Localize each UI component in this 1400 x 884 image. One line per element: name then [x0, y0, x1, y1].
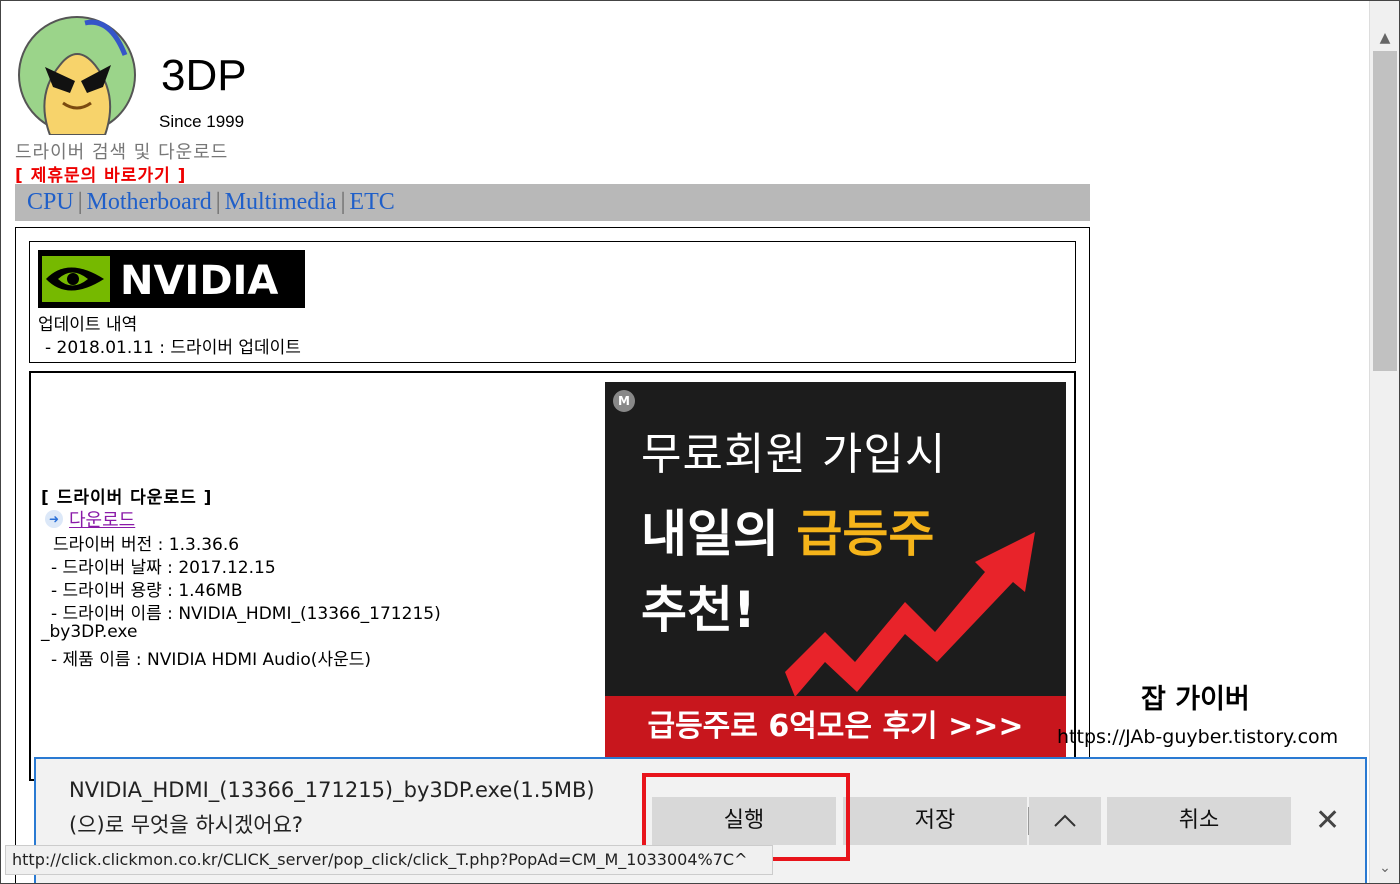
- nav-cpu[interactable]: CPU: [27, 189, 74, 215]
- ad-headline-3: 추천!: [641, 581, 756, 639]
- download-prompt: (으)로 무엇을 하시겠어요?: [69, 813, 304, 837]
- scroll-thumb[interactable]: [1373, 51, 1397, 371]
- nav-motherboard[interactable]: Motherboard: [87, 189, 212, 215]
- since-label: Since 1999: [159, 112, 245, 131]
- advertisement-banner[interactable]: M 무료회원 가입시 내일의 급등주 추천! 급등주로 6억모은 후기 >>>: [605, 382, 1066, 762]
- vertical-scrollbar[interactable]: ▲ ⌄: [1369, 1, 1399, 883]
- site-logo[interactable]: [15, 15, 139, 136]
- watermark-url: https://JAb-guyber.tistory.com: [1057, 726, 1339, 748]
- close-icon[interactable]: ✕: [1315, 805, 1340, 837]
- browser-window: 3DP Since 1999 드라이버 검색 및 다운로드 [ 제휴문의 바로가…: [0, 0, 1400, 884]
- ad-headline-1: 무료회원 가입시: [641, 429, 947, 480]
- partner-inquiry-link[interactable]: [ 제휴문의 바로가기 ]: [15, 161, 186, 186]
- category-nav: CPU | Motherboard | Multimedia | ETC: [15, 184, 1090, 221]
- cancel-button[interactable]: 취소: [1107, 797, 1291, 845]
- driver-name-cont: _by3DP.exe: [41, 622, 138, 642]
- site-name: 3DP: [161, 51, 247, 100]
- nav-separator: |: [340, 189, 346, 215]
- nav-etc[interactable]: ETC: [349, 189, 394, 215]
- watermark-title: 잡 가이버: [1141, 684, 1250, 715]
- download-link[interactable]: 다운로드: [69, 506, 135, 532]
- driver-size: - 드라이버 용량 : 1.46MB: [51, 581, 243, 601]
- save-options-button[interactable]: [1029, 797, 1101, 845]
- nav-separator: |: [215, 189, 221, 215]
- product-name: - 제품 이름 : NVIDIA HDMI Audio(사운드): [51, 650, 371, 670]
- update-history-entry: - 2018.01.11 : 드라이버 업데이트: [45, 338, 301, 358]
- nvidia-logo: NVIDIA: [38, 250, 305, 308]
- arrow-right-icon: ➜: [45, 510, 63, 528]
- chevron-up-icon: [1054, 814, 1076, 827]
- 3dp-mascot-icon: [18, 16, 136, 136]
- scroll-up-icon[interactable]: ▲: [1370, 25, 1399, 51]
- nav-separator: |: [77, 189, 83, 215]
- scroll-down-icon[interactable]: ⌄: [1370, 855, 1399, 881]
- rising-arrow-icon: [785, 532, 1035, 697]
- driver-date: - 드라이버 날짜 : 2017.12.15: [51, 558, 276, 578]
- download-file-info: NVIDIA_HDMI_(13366_171215)_by3DP.exe(1.5…: [69, 778, 595, 802]
- driver-name: - 드라이버 이름 : NVIDIA_HDMI_(13366_171215): [51, 604, 441, 624]
- nvidia-wordmark: NVIDIA: [120, 258, 278, 304]
- update-history-title: 업데이트 내역: [38, 315, 138, 335]
- status-bar-url: http://click.clickmon.co.kr/CLICK_server…: [5, 845, 773, 875]
- driver-version: 드라이버 버전 : 1.3.36.6: [53, 535, 240, 555]
- nav-multimedia[interactable]: Multimedia: [225, 189, 337, 215]
- nvidia-eye-icon: NVIDIA: [42, 256, 278, 304]
- ad-badge-icon: M: [613, 390, 635, 412]
- driver-download-header: [ 드라이버 다운로드 ]: [41, 488, 213, 508]
- download-link-row: ➜ 다운로드: [45, 506, 135, 532]
- save-button[interactable]: 저장: [843, 797, 1027, 845]
- ad-cta-banner[interactable]: 급등주로 6억모은 후기 >>>: [605, 696, 1066, 762]
